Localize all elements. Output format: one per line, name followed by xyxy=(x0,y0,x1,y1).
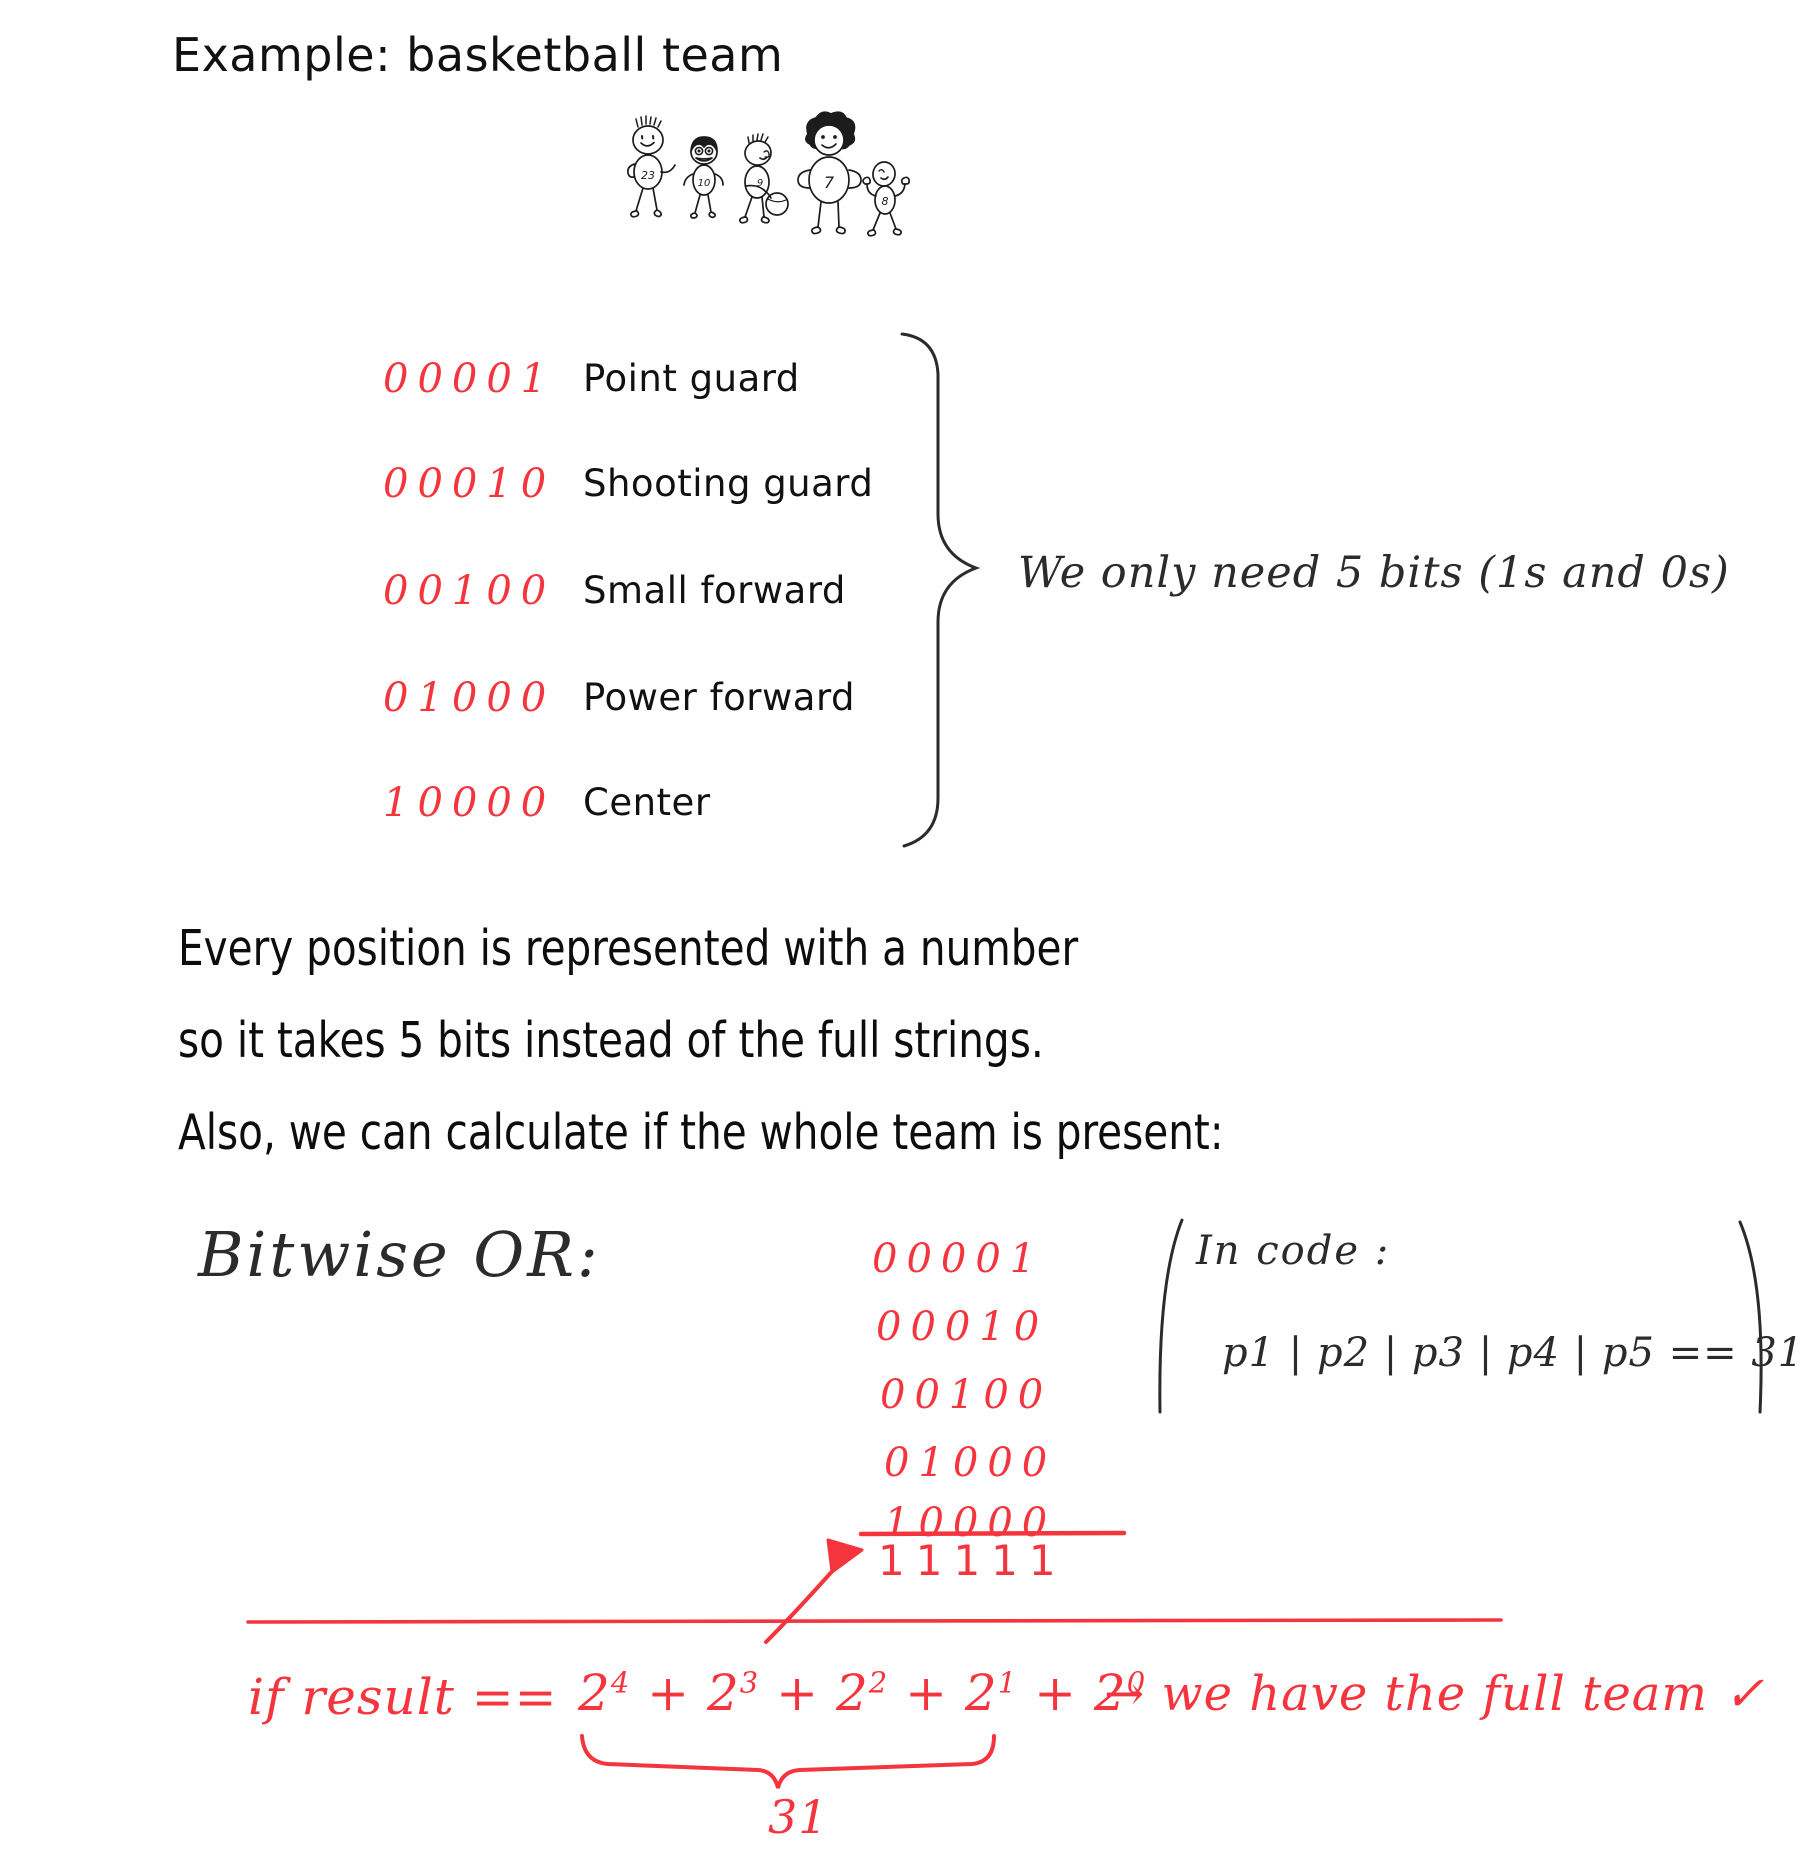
paragraph-line-3: Also, we can calculate if the whole team… xyxy=(178,1104,1224,1161)
conclusion-powers: 24 + 23 + 22 + 21 + 20 xyxy=(578,1664,1146,1722)
position-label: Small forward xyxy=(583,569,846,612)
or-operand: 01000 xyxy=(884,1440,1057,1486)
grouping-brace xyxy=(898,330,1028,850)
power-term: 23 xyxy=(706,1664,760,1722)
sum-value: 31 xyxy=(768,1790,829,1844)
position-code: 10000 xyxy=(383,780,556,826)
position-code: 00100 xyxy=(383,568,556,614)
or-operand: 00001 xyxy=(872,1236,1045,1282)
conclusion-if: if result == xyxy=(248,1668,558,1726)
position-code: 00010 xyxy=(383,461,556,507)
conclusion-tail: → we have the full team ✓ xyxy=(1104,1666,1766,1722)
position-label: Shooting guard xyxy=(583,462,874,505)
svg-text:10: 10 xyxy=(698,178,711,189)
player-figure-10: 10 xyxy=(683,136,724,219)
svg-text:23: 23 xyxy=(641,169,655,182)
plus-sign: + xyxy=(905,1664,965,1722)
brace-annotation: We only need 5 bits (1s and 0s) xyxy=(1018,548,1730,598)
basketball-team-illustration: 23 10 9 7 8 xyxy=(612,111,912,277)
result-arrow xyxy=(762,1538,902,1648)
sum-underbrace xyxy=(578,1732,998,1792)
position-code: 00001 xyxy=(383,356,556,402)
or-result: 11111 xyxy=(878,1536,1067,1585)
player-figure-9: 9 xyxy=(739,133,789,224)
in-code-expression: p1 | p2 | p3 | p4 | p5 == 31 xyxy=(1222,1330,1805,1376)
svg-text:8: 8 xyxy=(882,195,889,208)
player-figure-8: 8 xyxy=(862,161,911,237)
section-divider xyxy=(245,1617,1505,1625)
or-operand: 00010 xyxy=(876,1304,1049,1350)
in-code-label: In code : xyxy=(1196,1228,1391,1274)
svg-text:7: 7 xyxy=(824,173,835,192)
position-label: Center xyxy=(583,781,711,824)
or-operand: 00100 xyxy=(880,1372,1053,1418)
power-term: 22 xyxy=(835,1664,889,1722)
player-figure-23: 23 xyxy=(627,115,676,218)
power-term: 24 xyxy=(578,1664,631,1722)
position-label: Power forward xyxy=(583,676,855,719)
power-term: 21 xyxy=(964,1664,1018,1722)
bitwise-or-heading: Bitwise OR: xyxy=(198,1218,601,1291)
plus-sign: + xyxy=(647,1664,707,1722)
position-label: Point guard xyxy=(583,357,800,400)
page-title: Example: basketball team xyxy=(172,28,784,82)
plus-sign: + xyxy=(776,1664,836,1722)
player-figure-7: 7 xyxy=(797,111,862,235)
paragraph-line-2: so it takes 5 bits instead of the full s… xyxy=(178,1012,1044,1069)
paragraph-line-1: Every position is represented with a num… xyxy=(178,920,1079,977)
position-code: 01000 xyxy=(383,675,556,721)
plus-sign: + xyxy=(1034,1664,1094,1722)
